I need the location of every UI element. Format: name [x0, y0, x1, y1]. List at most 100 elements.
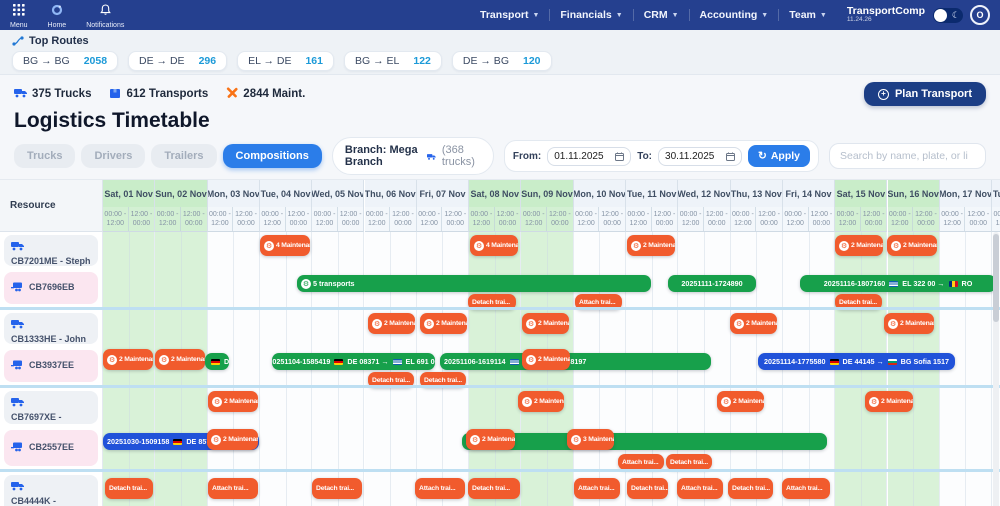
resource-truck[interactable]: CB1333HE - John Doe [1951]	[4, 313, 98, 344]
bar-maintenance[interactable]: ⚙2 Maintenance !!	[208, 391, 258, 412]
bar-maintenance[interactable]: ⚙2 Maintenance !!	[627, 235, 675, 256]
resource-truck[interactable]: CB4444K - Michael Jordan [8000000021]	[4, 475, 98, 506]
bar-transport[interactable]: 20251116-1807160 EL 322 00 → RO	[800, 275, 996, 292]
bar-maintenance[interactable]: ⚙2 Maintenance !!	[522, 349, 570, 370]
resource-name: CB7696EB	[29, 282, 75, 294]
bar-trailer-op[interactable]: Attach trai...	[208, 478, 258, 499]
flag-ro-icon	[949, 281, 958, 287]
route-chip[interactable]: BG → EL122	[344, 51, 442, 71]
resource-trailer[interactable]: CB3937EE	[4, 350, 98, 382]
bar-trailer-op[interactable]: Attach trai...	[677, 478, 723, 499]
bar-transport[interactable]: 20251111-1724890	[668, 275, 756, 292]
scrollbar-thumb[interactable]	[993, 234, 999, 322]
day-header: Mon, 10 Nov	[574, 180, 626, 207]
bar-transport[interactable]: 20251114-1775580 DE 44145 → BG Sofia 151…	[758, 353, 955, 370]
bar-trailer-op[interactable]: Detach trai...	[312, 478, 362, 499]
route-chip[interactable]: EL → DE161	[237, 51, 334, 71]
bar-trailer-op[interactable]: Detach trai...	[627, 478, 668, 499]
bar-maintenance[interactable]: ⚙2 Maintenance !!	[717, 391, 764, 412]
bar-transport[interactable]: 20251104-1585419 DE 08371 → EL 691 00	[272, 353, 435, 370]
route-chip[interactable]: DE → DE296	[128, 51, 227, 71]
route-chip[interactable]: DE → BG120	[452, 51, 552, 71]
plan-transport-button[interactable]: + Plan Transport	[864, 82, 986, 106]
resource-truck[interactable]: CB7201ME - Steph Curry [2313]	[4, 235, 98, 266]
bar-label: 2 Maintenance !!	[482, 436, 515, 443]
search-input[interactable]	[829, 143, 986, 169]
menu-team[interactable]: Team▼	[779, 9, 837, 21]
bar-label: 5 transports	[313, 279, 355, 288]
bar-maintenance[interactable]: ⚙2 Maintenance !!	[207, 429, 258, 450]
bar-maintenance[interactable]: ⚙2 Maintenance !!	[522, 313, 569, 334]
company-time: 11.24.26	[847, 17, 925, 24]
avatar[interactable]: O	[970, 5, 990, 25]
bar-transport[interactable]: ⚙5 transports	[297, 275, 651, 292]
flag-gr-icon	[510, 359, 519, 365]
date-range-group: From: To: ↻ Apply	[504, 140, 819, 172]
navbar-item-notifications[interactable]: Notifications	[86, 3, 124, 29]
bar-transport[interactable]: DE 5	[205, 353, 229, 370]
bar-trailer-op[interactable]: Detach trai...	[468, 478, 520, 499]
bar-maintenance[interactable]: ⚙4 Maintenance !!	[470, 235, 518, 256]
apply-button[interactable]: ↻ Apply	[748, 145, 810, 167]
route-chip[interactable]: BG → BG2058	[12, 51, 118, 71]
gear-icon: ⚙	[474, 241, 484, 251]
time-slot: 00:00 -12:00	[208, 207, 234, 231]
menu-transport[interactable]: Transport▼	[470, 9, 550, 21]
menu-accounting[interactable]: Accounting▼	[690, 9, 780, 21]
branch-label: Branch: Mega Branch	[345, 144, 421, 168]
bar-maintenance[interactable]: ⚙2 Maintenance !!	[884, 313, 934, 334]
navbar-item-home[interactable]: Home	[48, 3, 67, 29]
bar-label: 4 Maintenance !!	[486, 242, 518, 249]
tab-trailers[interactable]: Trailers	[151, 144, 216, 168]
bar-trailer-op[interactable]: Attach trai...	[618, 454, 664, 470]
route-count: 296	[199, 55, 217, 67]
bar-maintenance[interactable]: ⚙2 Maintenance !!	[518, 391, 564, 412]
bar-maintenance[interactable]: ⚙2 Maintenance !!	[103, 349, 153, 370]
menu-crm[interactable]: CRM▼	[634, 9, 690, 21]
navbar-item-menu[interactable]: Menu	[10, 3, 28, 29]
bar-maintenance[interactable]: ⚙2 Maintenance !!	[466, 429, 515, 450]
bar-transport[interactable]: ⚙	[462, 433, 827, 450]
resource-truck[interactable]: CB7697XE - George Stone [2147]	[4, 391, 98, 424]
time-header: 00:00 -12:0012:00 -00:00	[469, 207, 521, 232]
bar-label: 2 Maintenance !!	[436, 320, 467, 327]
resource-trailer[interactable]: CB7696EB	[4, 272, 98, 304]
filter-row: TrucksDriversTrailers Compositions Branch…	[14, 141, 986, 171]
bar-maintenance[interactable]: ⚙3 Maintenance !!	[567, 429, 614, 450]
bar-maintenance[interactable]: ⚙2 Maintenance !!	[730, 313, 777, 334]
navbar-item-label: Home	[48, 22, 67, 29]
bar-maintenance[interactable]: ⚙2 Maintenance !!	[865, 391, 913, 412]
from-date-input[interactable]	[554, 151, 610, 162]
bar-trailer-op[interactable]: Attach trai...	[415, 478, 465, 499]
gear-icon: ⚙	[301, 279, 311, 289]
bar-maintenance[interactable]: ⚙2 Maintenance !!	[368, 313, 415, 334]
bar-maintenance[interactable]: ⚙2 Maintenance !!	[835, 235, 883, 256]
bar-label: Detach trai...	[372, 377, 410, 384]
tab-compositions[interactable]: Compositions	[223, 144, 322, 168]
calendar-icon	[615, 152, 624, 161]
bar-maintenance[interactable]: ⚙2 Maintenance !!	[155, 349, 205, 370]
to-date-input[interactable]	[665, 151, 721, 162]
grid-menu-icon	[13, 3, 25, 21]
resource-trailer[interactable]: CB2557EE	[4, 430, 98, 466]
bar-label: 2 Maintenance !!	[746, 320, 777, 327]
gear-icon: ⚙	[526, 319, 536, 329]
tab-trucks[interactable]: Trucks	[14, 144, 75, 168]
bar-label: 2 Maintenance !!	[733, 398, 764, 405]
resource-cell: CB7201ME - Steph Curry [2313]	[0, 232, 103, 269]
bar-trailer-op[interactable]: Detach trai...	[105, 478, 153, 499]
bar-maintenance[interactable]: ⚙4 Maintenance !!	[260, 235, 310, 256]
bar-maintenance[interactable]: ⚙2 Maintenance !!	[420, 313, 467, 334]
bar-maintenance[interactable]: ⚙2 Maintenance !!	[887, 235, 937, 256]
bar-trailer-op[interactable]: Attach trai...	[574, 478, 620, 499]
gear-icon: ⚙	[839, 241, 849, 251]
bar-trailer-op[interactable]: Detach trai...	[728, 478, 773, 499]
theme-toggle[interactable]: ☾	[933, 8, 963, 23]
branch-selector[interactable]: Branch: Mega Branch (368 trucks)	[332, 137, 494, 175]
bar-trailer-op[interactable]: Detach trai...	[666, 454, 712, 470]
tab-drivers[interactable]: Drivers	[81, 144, 145, 168]
bar-transport[interactable]: 20251106-1619114 EL 4 men 28197	[440, 353, 711, 370]
menu-financials[interactable]: Financials▼	[550, 9, 633, 21]
bar-trailer-op[interactable]: Attach trai...	[782, 478, 830, 499]
route-icon	[12, 36, 24, 46]
